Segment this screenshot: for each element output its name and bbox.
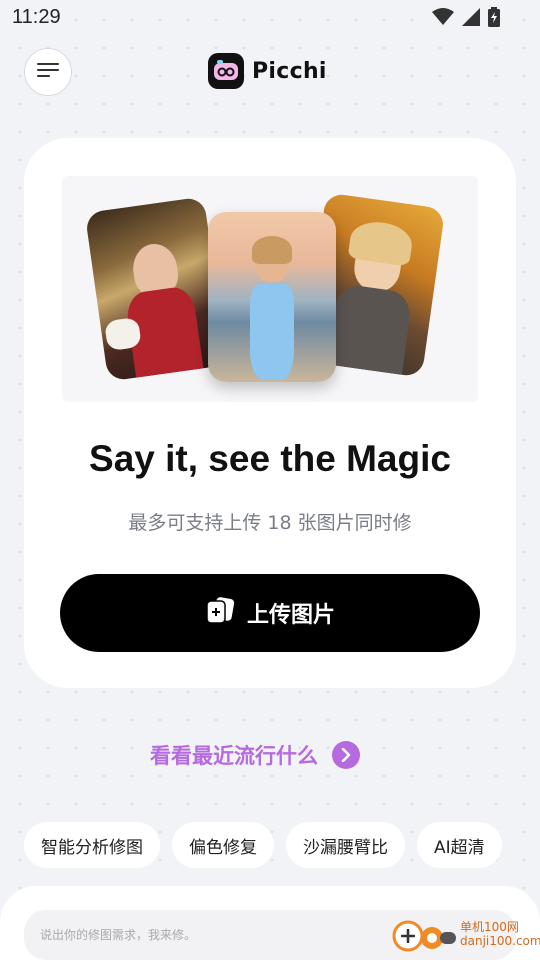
watermark-text: 单机100网 danji100.com xyxy=(460,920,540,948)
watermark-logo-icon xyxy=(390,912,456,956)
chip-label: 智能分析修图 xyxy=(41,837,143,858)
hero-subtitle: 最多可支持上传 18 张图片同时修 xyxy=(128,512,412,534)
status-bar: 11:29 xyxy=(0,0,540,36)
chip-ai-hd[interactable]: AI超清 xyxy=(417,822,502,868)
upload-button-label: 上传图片 xyxy=(246,603,335,628)
chip-label: 偏色修复 xyxy=(189,837,257,858)
site-watermark: 单机100网 danji100.com xyxy=(390,912,540,956)
logo-text: Picchi xyxy=(252,58,327,84)
trending-link[interactable]: 看看最近流行什么 xyxy=(150,740,360,770)
battery-icon xyxy=(488,7,500,31)
chevron-right-icon xyxy=(332,741,360,769)
app-logo: Picchi xyxy=(208,53,327,89)
hamburger-icon xyxy=(37,62,59,82)
chip-label: AI超清 xyxy=(434,837,485,858)
feature-chips: 智能分析修图 偏色修复 沙漏腰臂比 AI超清 xyxy=(24,822,502,868)
picchi-logo-icon xyxy=(208,53,244,89)
chip-hourglass-ratio[interactable]: 沙漏腰臂比 xyxy=(286,822,405,868)
menu-button[interactable] xyxy=(24,48,72,96)
hero-card: Say it, see the Magic 最多可支持上传 18 张图片同时修 … xyxy=(24,138,516,688)
cell-signal-icon xyxy=(462,8,480,30)
beach-portrait-photo xyxy=(208,212,336,382)
birthday-portrait-photo xyxy=(84,196,228,382)
upload-photos-button[interactable]: 上传图片 xyxy=(60,574,480,652)
chip-color-cast-fix[interactable]: 偏色修复 xyxy=(172,822,274,868)
hero-headline: Say it, see the Magic xyxy=(89,438,451,479)
chip-label: 沙漏腰臂比 xyxy=(303,837,388,858)
status-time: 11:29 xyxy=(12,6,61,28)
chip-smart-analysis[interactable]: 智能分析修图 xyxy=(24,822,160,868)
status-icons xyxy=(432,7,500,31)
add-photo-icon xyxy=(205,597,235,629)
photo-collage xyxy=(62,176,478,402)
trending-label: 看看最近流行什么 xyxy=(150,744,318,768)
wifi-icon xyxy=(432,8,454,30)
